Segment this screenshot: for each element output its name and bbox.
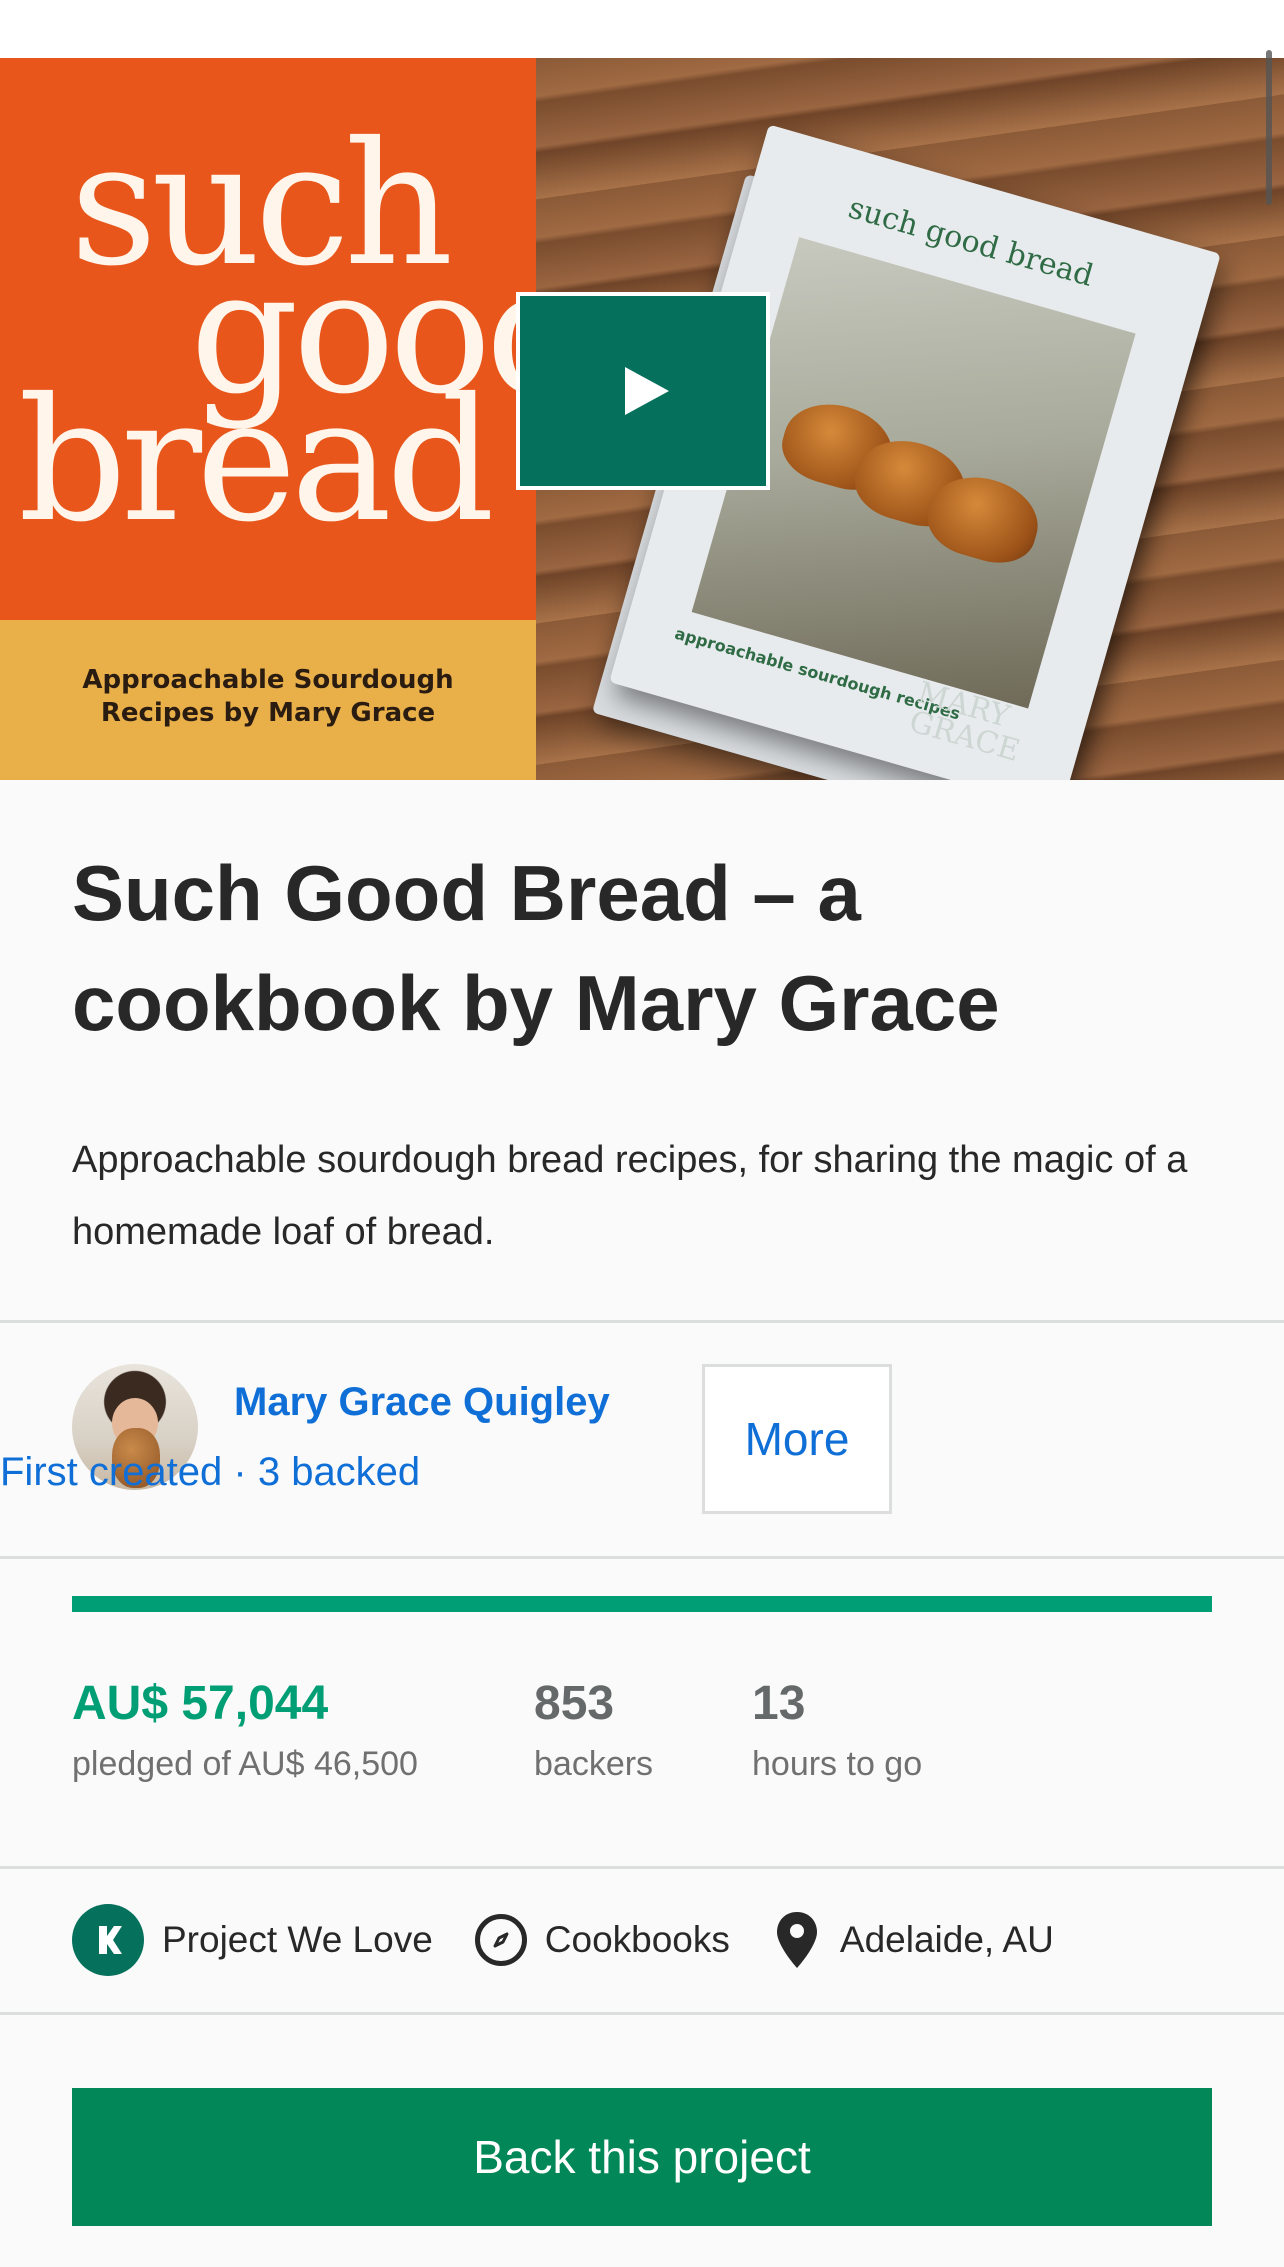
cover-band-line: Approachable Sourdough	[82, 665, 454, 695]
creator-meta[interactable]: First created · 3 backed	[0, 1450, 420, 1495]
tag-label: Cookbooks	[544, 1919, 730, 1960]
back-this-project-button[interactable]: Back this project	[72, 2088, 1212, 2226]
scrollbar[interactable]	[1266, 50, 1272, 205]
backers-label: backers	[534, 1745, 654, 1783]
stat-time-left: 13 hours to go	[752, 1676, 922, 1784]
cover-title-word: bread	[18, 362, 495, 560]
pledged-label: pledged of AU$ 46,500	[72, 1745, 418, 1783]
cover-band-line: Recipes by Mary Grace	[100, 698, 436, 728]
tag-label: Adelaide, AU	[839, 1919, 1054, 1960]
top-bar	[0, 0, 1284, 58]
play-icon	[625, 367, 669, 415]
divider	[0, 1556, 1284, 1559]
play-video-button[interactable]	[516, 292, 770, 490]
tag-label: Project We Love	[162, 1919, 433, 1960]
tag-project-we-love[interactable]: Project We Love	[72, 1904, 433, 1976]
kickstarter-k-icon	[72, 1904, 144, 1976]
funding-progress-fill	[72, 1596, 1212, 1612]
funding-progress-bar	[72, 1596, 1212, 1612]
compass-icon	[474, 1914, 527, 1966]
creator-name-link[interactable]: Mary Grace Quigley	[234, 1380, 610, 1425]
project-blurb: Approachable sourdough bread recipes, fo…	[72, 1139, 1188, 1253]
stat-pledged: AU$ 57,044 pledged of AU$ 46,500	[72, 1676, 418, 1784]
backers-count: 853	[534, 1677, 615, 1730]
location-pin-icon	[772, 1908, 822, 1972]
divider	[0, 2012, 1284, 2015]
cover-band-text: Approachable Sourdough Recipes by Mary G…	[0, 664, 536, 730]
time-left-value: 13	[752, 1677, 806, 1730]
tag-category[interactable]: Cookbooks	[474, 1914, 730, 1966]
pledged-amount: AU$ 57,044	[72, 1677, 329, 1730]
more-button[interactable]: More	[702, 1364, 892, 1514]
time-left-label: hours to go	[752, 1745, 923, 1783]
cover-art: such good bread Approachable Sourdough R…	[0, 58, 536, 780]
project-tags: Project We Love Cookbooks Adelaide, AU	[72, 1900, 1096, 1980]
stat-backers: 853 backers	[534, 1676, 653, 1784]
tag-location[interactable]: Adelaide, AU	[772, 1908, 1054, 1972]
project-title: Such Good Bread – a cookbook by Mary Gra…	[72, 849, 1000, 1047]
divider	[0, 1866, 1284, 1869]
creator-section: Mary Grace Quigley First created · 3 bac…	[0, 1322, 1284, 1556]
